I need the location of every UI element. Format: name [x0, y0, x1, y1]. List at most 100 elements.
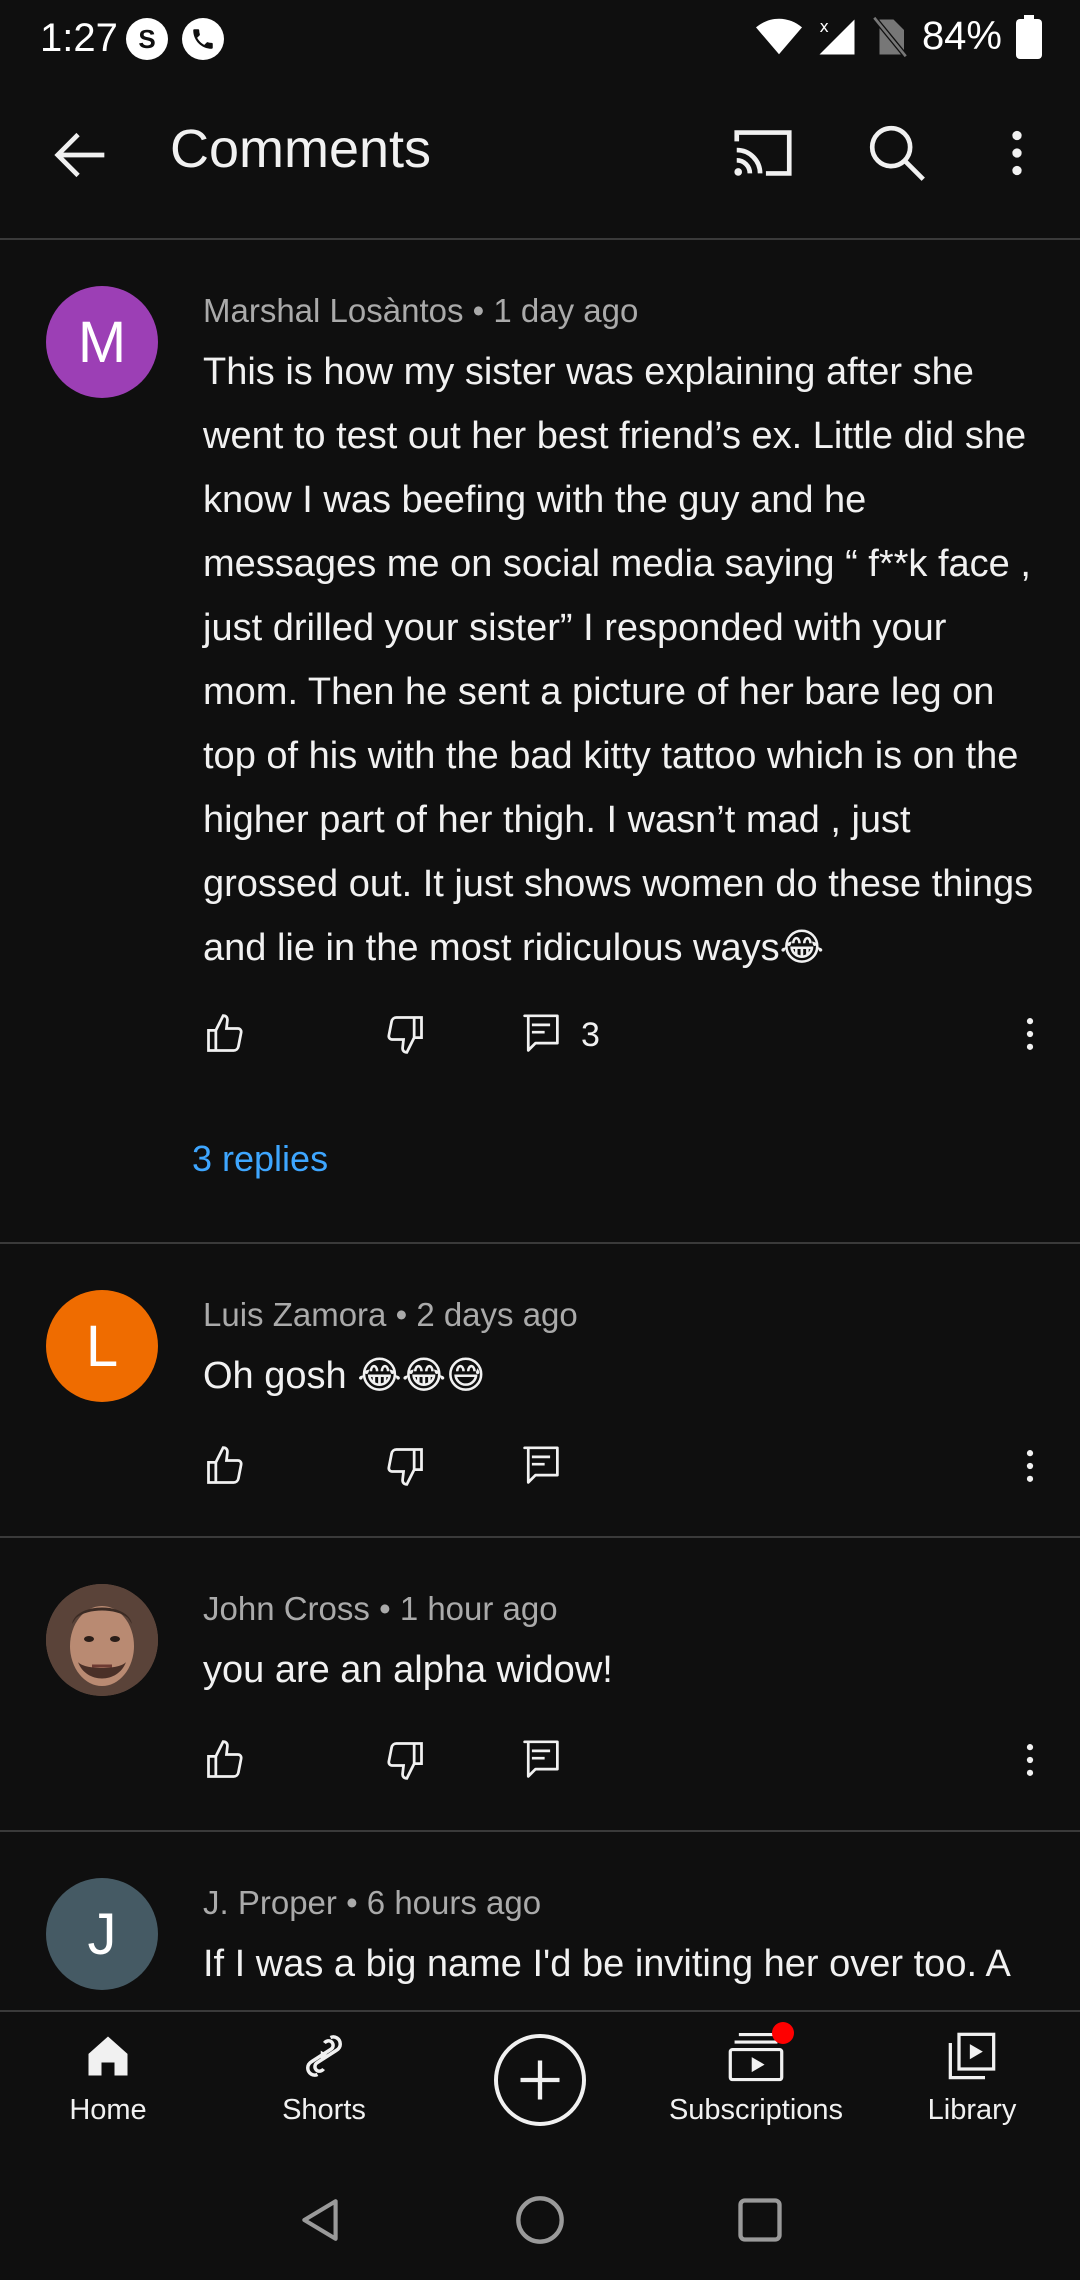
status-time: 1:27: [40, 16, 118, 60]
system-navigation-bar: [0, 2160, 1080, 2280]
reply-button[interactable]: [521, 1738, 561, 1782]
system-back-button[interactable]: [296, 2194, 346, 2246]
plus-icon: [520, 2060, 560, 2100]
thumbs-up-icon: [207, 1740, 243, 1778]
more-vertical-icon: [1026, 1744, 1034, 1776]
more-vertical-icon: [1026, 1018, 1034, 1050]
thumbs-down-icon: [387, 1448, 423, 1486]
comment-text: you are an alpha widow!: [203, 1649, 613, 1691]
cast-button[interactable]: [728, 118, 798, 188]
battery-percent: 84%: [921, 14, 1002, 58]
comment-time: 1 day ago: [493, 292, 639, 329]
shorts-icon: [306, 2035, 342, 2077]
wifi-icon: [755, 17, 802, 57]
comment-item: M Marshal Losàntos • 1 day ago This is h…: [0, 240, 1080, 1244]
thumbs-down-icon: [387, 1016, 423, 1054]
comment-icon: [523, 1014, 559, 1052]
meta-separator: •: [379, 1590, 400, 1627]
comment-author[interactable]: Marshal Losàntos: [203, 292, 463, 329]
home-icon: [88, 2036, 128, 2076]
svg-text:x: x: [819, 16, 828, 35]
comment-more-button[interactable]: [1015, 1444, 1045, 1488]
bottom-navigation: Home Shorts Subscriptions Library: [0, 2010, 1080, 2162]
meta-separator: •: [346, 1884, 367, 1921]
meta-separator: •: [472, 292, 494, 329]
comment-meta: John Cross • 1 hour ago: [203, 1590, 558, 1628]
search-icon: [869, 125, 925, 181]
comment-author[interactable]: J. Proper: [203, 1884, 337, 1921]
avatar[interactable]: [46, 1584, 158, 1696]
thumbs-up-icon: [207, 1446, 243, 1484]
battery-icon: [1016, 14, 1042, 59]
like-button[interactable]: [203, 1012, 247, 1056]
more-vertical-icon: [1026, 1450, 1034, 1482]
comment-text: If I was a big name I'd be inviting her …: [203, 1943, 1011, 1985]
comment-meta: J. Proper • 6 hours ago: [203, 1884, 541, 1922]
nav-home-label: Home: [69, 2094, 147, 2126]
back-button[interactable]: [46, 120, 116, 190]
dislike-button[interactable]: [383, 1738, 427, 1782]
like-button[interactable]: [203, 1444, 247, 1488]
comment-meta: Marshal Losàntos • 1 day ago: [203, 292, 638, 330]
comment-actions: [203, 1738, 1043, 1798]
nav-home[interactable]: Home: [8, 2030, 208, 2127]
dislike-button[interactable]: [383, 1444, 427, 1488]
comment-time: 2 days ago: [416, 1296, 578, 1333]
view-replies-link[interactable]: 3 replies: [192, 1138, 328, 1180]
avatar[interactable]: L: [46, 1290, 158, 1402]
dislike-button[interactable]: [383, 1012, 427, 1056]
thumbs-up-icon: [207, 1014, 243, 1052]
comment-item: L Luis Zamora • 2 days ago Oh gosh 😂😂😅: [0, 1244, 1080, 1538]
avatar[interactable]: M: [46, 286, 158, 398]
create-button[interactable]: [494, 2034, 586, 2126]
nav-shorts[interactable]: Shorts: [224, 2030, 424, 2127]
reply-button[interactable]: [521, 1012, 561, 1056]
nav-subscriptions[interactable]: Subscriptions: [656, 2022, 856, 2127]
more-options-button[interactable]: [992, 118, 1042, 188]
comment-meta: Luis Zamora • 2 days ago: [203, 1296, 578, 1334]
app-bar: Comments: [0, 80, 1080, 240]
arrow-left-icon: [54, 132, 105, 178]
reply-count: 3: [581, 1016, 600, 1054]
nav-shorts-label: Shorts: [282, 2094, 366, 2126]
comment-actions: 3: [203, 1012, 1043, 1072]
meta-separator: •: [395, 1296, 417, 1333]
cell-signal-icon: x: [816, 16, 858, 58]
comment-text: Oh gosh 😂😂😅: [203, 1355, 486, 1397]
nav-library[interactable]: Library: [872, 2030, 1072, 2127]
system-home-button[interactable]: [514, 2194, 566, 2246]
avatar[interactable]: J: [46, 1878, 158, 1990]
notification-dot: [772, 2022, 794, 2044]
profile-photo-icon: [46, 1584, 158, 1696]
comment-item: J J. Proper • 6 hours ago If I was a big…: [0, 1832, 1080, 2010]
comment-author[interactable]: John Cross: [203, 1590, 370, 1627]
comment-more-button[interactable]: [1015, 1012, 1045, 1056]
system-recents-button[interactable]: [734, 2194, 786, 2246]
nav-library-label: Library: [927, 2094, 1017, 2126]
library-icon: [948, 2032, 996, 2080]
circle-home-icon: [516, 2196, 564, 2244]
comment-time: 1 hour ago: [399, 1590, 558, 1627]
comment-item: John Cross • 1 hour ago you are an alpha…: [0, 1538, 1080, 1832]
shazam-notification-icon: S: [126, 18, 168, 60]
square-recents-icon: [738, 2198, 782, 2242]
comment-author[interactable]: Luis Zamora: [203, 1296, 386, 1333]
comment-time: 6 hours ago: [366, 1884, 542, 1921]
thumbs-down-icon: [387, 1742, 423, 1780]
phone-notification-icon: [182, 18, 224, 60]
comment-icon: [523, 1740, 559, 1778]
nav-subscriptions-label: Subscriptions: [668, 2094, 844, 2126]
page-title: Comments: [170, 119, 432, 179]
status-bar: 1:27 S x 84%: [0, 0, 1080, 80]
like-button[interactable]: [203, 1738, 247, 1782]
search-button[interactable]: [862, 118, 932, 188]
comment-icon: [523, 1446, 559, 1484]
cast-icon: [734, 130, 792, 176]
comments-list[interactable]: M Marshal Losàntos • 1 day ago This is h…: [0, 240, 1080, 2010]
more-vertical-icon: [1012, 130, 1022, 176]
triangle-back-icon: [302, 2199, 338, 2241]
reply-button[interactable]: [521, 1444, 561, 1488]
comment-more-button[interactable]: [1015, 1738, 1045, 1782]
no-sim-icon: [872, 15, 908, 58]
comment-actions: [203, 1444, 1043, 1504]
